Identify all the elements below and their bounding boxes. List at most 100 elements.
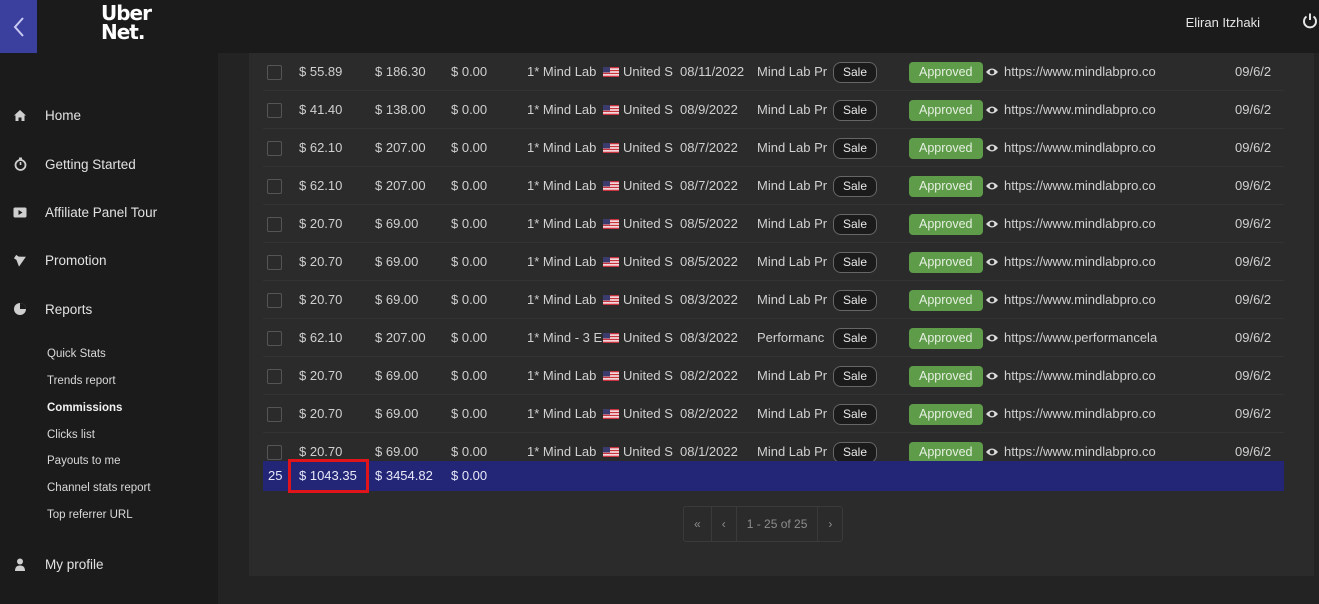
row-checkbox[interactable] <box>267 331 282 346</box>
sidebar-item-promotion[interactable]: Promotion <box>0 245 218 275</box>
commissions-panel: $ 55.89 $ 186.30 $ 0.00 1* Mind Lab United S… <box>249 53 1314 576</box>
eye-icon[interactable] <box>985 218 999 230</box>
date-cell: 08/2/2022 <box>680 406 738 421</box>
row-checkbox[interactable] <box>267 407 282 422</box>
eye-icon[interactable] <box>985 66 999 78</box>
sidebar-item-getting-started[interactable]: Getting Started <box>0 149 218 179</box>
eye-icon[interactable] <box>985 446 999 458</box>
power-icon[interactable] <box>1301 12 1319 30</box>
row-checkbox[interactable] <box>267 369 282 384</box>
url-cell[interactable]: https://www.mindlabpro.co <box>1004 129 1174 167</box>
status-badge: Approved <box>909 290 983 311</box>
row-checkbox[interactable] <box>267 293 282 308</box>
date2-cell: 09/6/2 <box>1235 368 1272 383</box>
product-cell: 1* Mind Lab <box>527 216 597 231</box>
sidebar-subitem-top-referrer-url[interactable]: Top referrer URL <box>47 509 133 521</box>
sidebar-subitem-quick-stats[interactable]: Quick Stats <box>47 348 106 360</box>
type-badge: Sale <box>833 138 878 159</box>
row-checkbox[interactable] <box>267 141 282 156</box>
table-row[interactable]: $ 55.89 $ 186.30 $ 0.00 1* Mind Lab United S… <box>263 53 1284 91</box>
sidebar-item-reports[interactable]: Reports <box>0 294 218 324</box>
date2-cell: 09/6/2 <box>1235 254 1272 269</box>
status-badge: Approved <box>909 252 983 273</box>
table-row[interactable]: $ 62.10 $ 207.00 $ 0.00 1* Mind - 3 E United… <box>263 319 1284 357</box>
amount-cell: $ 186.30 <box>375 64 426 79</box>
sidebar-subitem-clicks-list[interactable]: Clicks list <box>47 429 95 441</box>
back-button[interactable] <box>0 0 37 53</box>
status-badge: Approved <box>909 62 983 83</box>
amount-cell: $ 138.00 <box>375 102 426 117</box>
row-checkbox[interactable] <box>267 65 282 80</box>
eye-icon[interactable] <box>985 142 999 154</box>
eye-icon[interactable] <box>985 256 999 268</box>
table-row[interactable]: $ 20.70 $ 69.00 $ 0.00 1* Mind Lab United S 0… <box>263 243 1284 281</box>
status-badge: Approved <box>909 328 983 349</box>
country-text: United S <box>623 216 673 231</box>
sidebar-item-home[interactable]: Home <box>0 100 218 130</box>
url-cell[interactable]: https://www.mindlabpro.co <box>1004 395 1174 433</box>
product-cell: 1* Mind Lab <box>527 292 597 307</box>
top-bar: Uber Net. Eliran Itzhaki <box>0 0 1319 53</box>
url-cell[interactable]: https://www.mindlabpro.co <box>1004 167 1174 205</box>
other-cell: $ 0.00 <box>451 102 488 117</box>
pagination-next-button[interactable]: › <box>818 507 842 541</box>
us-flag-icon <box>603 206 619 229</box>
table-row[interactable]: $ 41.40 $ 138.00 $ 0.00 1* Mind Lab United S… <box>263 91 1284 129</box>
row-checkbox[interactable] <box>267 217 282 232</box>
pie-chart-icon <box>13 302 27 316</box>
sidebar-subitem-payouts-to-me[interactable]: Payouts to me <box>47 455 121 467</box>
program-cell: Mind Lab Pr <box>757 178 828 193</box>
date2-cell: 09/6/2 <box>1235 292 1272 307</box>
table-row[interactable]: $ 20.70 $ 69.00 $ 0.00 1* Mind Lab United S 0… <box>263 395 1284 433</box>
commission-cell: $ 20.70 <box>299 216 343 231</box>
status-badge: Approved <box>909 176 983 197</box>
row-checkbox[interactable] <box>267 103 282 118</box>
country-text: United S <box>623 368 673 383</box>
url-cell[interactable]: https://www.mindlabpro.co <box>1004 53 1174 91</box>
url-cell[interactable]: https://www.mindlabpro.co <box>1004 205 1174 243</box>
date2-cell: 09/6/2 <box>1235 140 1272 155</box>
pagination-prev-button[interactable]: ‹ <box>712 507 737 541</box>
program-cell: Mind Lab Pr <box>757 64 828 79</box>
sidebar-subitem-commissions[interactable]: Commissions <box>47 402 122 414</box>
table-row[interactable]: $ 20.70 $ 69.00 $ 0.00 1* Mind Lab United S 0… <box>263 357 1284 395</box>
eye-icon[interactable] <box>985 104 999 116</box>
url-cell[interactable]: https://www.mindlabpro.co <box>1004 281 1174 319</box>
highlight-box <box>288 459 369 493</box>
other-cell: $ 0.00 <box>451 216 488 231</box>
date-cell: 08/9/2022 <box>680 102 738 117</box>
status-badge: Approved <box>909 214 983 235</box>
eye-icon[interactable] <box>985 332 999 344</box>
row-checkbox[interactable] <box>267 255 282 270</box>
sidebar-subitem-channel-stats-report[interactable]: Channel stats report <box>47 482 151 494</box>
table-row[interactable]: $ 20.70 $ 69.00 $ 0.00 1* Mind Lab United S 0… <box>263 205 1284 243</box>
program-cell: Mind Lab Pr <box>757 406 828 421</box>
url-cell[interactable]: https://www.mindlabpro.co <box>1004 357 1174 395</box>
url-cell[interactable]: https://www.mindlabpro.co <box>1004 91 1174 129</box>
table-row[interactable]: $ 62.10 $ 207.00 $ 0.00 1* Mind Lab United S… <box>263 129 1284 167</box>
logo[interactable]: Uber Net. <box>101 3 152 42</box>
pagination-first-button[interactable]: « <box>684 507 712 541</box>
program-cell: Mind Lab Pr <box>757 102 828 117</box>
status-badge: Approved <box>909 404 983 425</box>
country-text: United S <box>623 406 673 421</box>
row-checkbox[interactable] <box>267 179 282 194</box>
us-flag-icon <box>603 92 619 115</box>
eye-icon[interactable] <box>985 408 999 420</box>
eye-icon[interactable] <box>985 370 999 382</box>
eye-icon[interactable] <box>985 180 999 192</box>
sidebar-subitem-trends-report[interactable]: Trends report <box>47 375 116 387</box>
table-row[interactable]: $ 20.70 $ 69.00 $ 0.00 1* Mind Lab United S 0… <box>263 281 1284 319</box>
other-cell: $ 0.00 <box>451 292 488 307</box>
row-checkbox[interactable] <box>267 445 282 460</box>
eye-icon[interactable] <box>985 294 999 306</box>
url-cell[interactable]: https://www.performancela <box>1004 319 1174 357</box>
url-cell[interactable]: https://www.mindlabpro.co <box>1004 243 1174 281</box>
user-name[interactable]: Eliran Itzhaki <box>1186 15 1260 30</box>
country-text: United S <box>623 102 673 117</box>
sidebar-item-affiliate-panel-tour[interactable]: Affiliate Panel Tour <box>0 197 218 227</box>
table-row[interactable]: $ 62.10 $ 207.00 $ 0.00 1* Mind Lab United S… <box>263 167 1284 205</box>
country-cell: United S <box>603 167 679 205</box>
sidebar-item-my-profile[interactable]: My profile <box>0 549 218 579</box>
commission-cell: $ 20.70 <box>299 292 343 307</box>
